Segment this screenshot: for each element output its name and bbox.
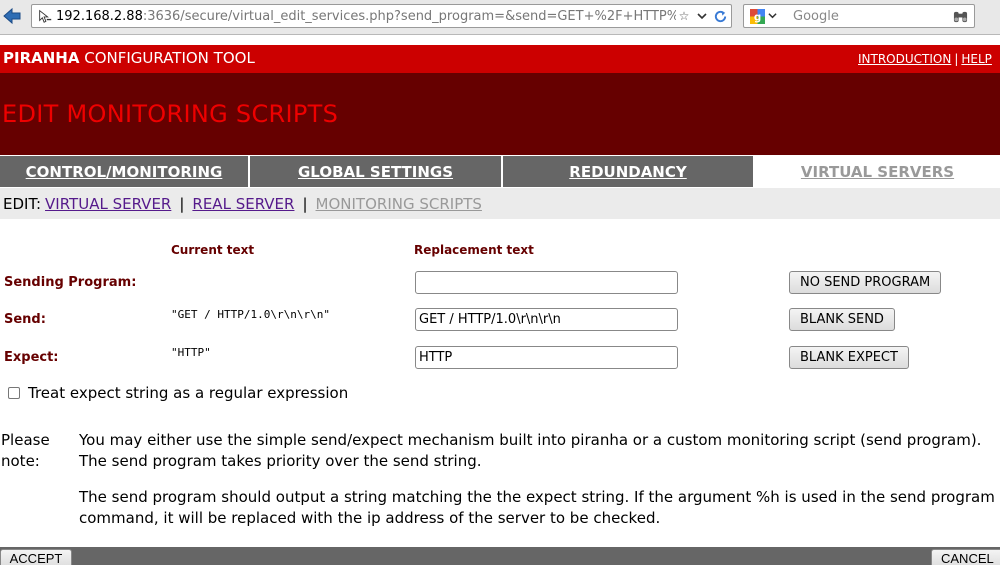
search-dropdown-icon[interactable]: [768, 8, 777, 24]
tab-virtual-servers-label: VIRTUAL SERVERS: [800, 162, 955, 181]
google-icon[interactable]: g: [748, 7, 766, 25]
site-identity-icon[interactable]: [34, 5, 56, 27]
tab-global-settings[interactable]: GLOBAL SETTINGS: [250, 156, 503, 187]
blank-send-button[interactable]: BLANK SEND: [789, 308, 895, 331]
help-link[interactable]: HELP: [961, 52, 992, 66]
bottom-bar: [0, 547, 1000, 565]
send-input[interactable]: [415, 308, 678, 331]
regex-option: Treat expect string as a regular express…: [8, 384, 348, 402]
search-input[interactable]: Google: [793, 9, 950, 24]
search-bar[interactable]: g Google: [743, 4, 975, 28]
subnav-real-server[interactable]: REAL SERVER: [192, 195, 294, 213]
page-title: EDIT MONITORING SCRIPTS: [2, 100, 339, 128]
subnav-virtual-server[interactable]: VIRTUAL SERVER: [45, 195, 171, 213]
note-label: Please note:: [1, 431, 50, 470]
url-text[interactable]: 192.168.2.88:3636/secure/virtual_edit_se…: [56, 9, 676, 24]
tab-redundancy-link[interactable]: REDUNDANCY: [569, 163, 686, 181]
subnav-monitoring-scripts: MONITORING SCRIPTS: [315, 194, 482, 213]
back-arrow-icon[interactable]: [0, 4, 24, 28]
subnav-separator: |: [302, 194, 308, 213]
url-path: :3636/secure/virtual_edit_services.php?s…: [142, 8, 676, 24]
bookmark-star-icon[interactable]: ☆: [676, 7, 692, 25]
blank-expect-button[interactable]: BLANK EXPECT: [789, 346, 909, 369]
tab-redundancy[interactable]: REDUNDANCY: [503, 156, 755, 187]
header-links: INTRODUCTION | HELP: [858, 52, 992, 66]
reload-icon[interactable]: [712, 7, 728, 25]
cancel-button[interactable]: CANCEL: [931, 549, 1000, 565]
binoculars-icon[interactable]: [950, 7, 970, 25]
app-title: PIRANHA CONFIGURATION TOOL: [3, 49, 255, 67]
subnav-prefix: EDIT:: [3, 194, 42, 213]
expect-input[interactable]: [415, 346, 678, 369]
url-host: 192.168.2.88: [56, 8, 143, 24]
note-paragraph: You may either use the simple send/expec…: [79, 431, 982, 470]
expect-label: Expect:: [4, 350, 59, 365]
no-send-program-button[interactable]: NO SEND PROGRAM: [789, 271, 942, 294]
tab-control-monitoring-link[interactable]: CONTROL/MONITORING: [26, 163, 223, 181]
expect-current: "HTTP": [171, 346, 211, 359]
sending-program-input[interactable]: [415, 271, 678, 294]
introduction-link[interactable]: INTRODUCTION: [858, 52, 951, 66]
main-tabs: CONTROL/MONITORING GLOBAL SETTINGS REDUN…: [0, 156, 1000, 187]
subnav-separator: |: [179, 194, 185, 213]
app-header: PIRANHA CONFIGURATION TOOL INTRODUCTION |…: [0, 45, 1000, 73]
url-bar[interactable]: 192.168.2.88:3636/secure/virtual_edit_se…: [31, 4, 732, 28]
page-banner: EDIT MONITORING SCRIPTS: [0, 73, 1000, 155]
accept-button[interactable]: ACCEPT: [0, 549, 72, 565]
send-current: "GET / HTTP/1.0\r\n\r\n": [171, 308, 330, 321]
sending-program-label: Sending Program:: [4, 275, 137, 290]
tab-global-settings-link[interactable]: GLOBAL SETTINGS: [298, 163, 453, 181]
sub-nav: EDIT: VIRTUAL SERVER | REAL SERVER | MON…: [0, 188, 1000, 219]
replacement-text-header: Replacement text: [414, 243, 534, 257]
tab-virtual-servers[interactable]: VIRTUAL SERVERS: [755, 156, 1000, 187]
current-text-header: Current text: [171, 243, 255, 257]
regex-checkbox[interactable]: [8, 387, 20, 399]
note-paragraph: The send program should output a string …: [79, 488, 995, 527]
svg-text:g: g: [753, 11, 760, 23]
send-label: Send:: [4, 312, 46, 327]
browser-toolbar: 192.168.2.88:3636/secure/virtual_edit_se…: [0, 0, 1000, 35]
link-separator: |: [954, 52, 959, 66]
regex-label: Treat expect string as a regular express…: [28, 384, 349, 402]
tab-control-monitoring[interactable]: CONTROL/MONITORING: [0, 156, 250, 187]
dropdown-icon[interactable]: [694, 7, 710, 25]
